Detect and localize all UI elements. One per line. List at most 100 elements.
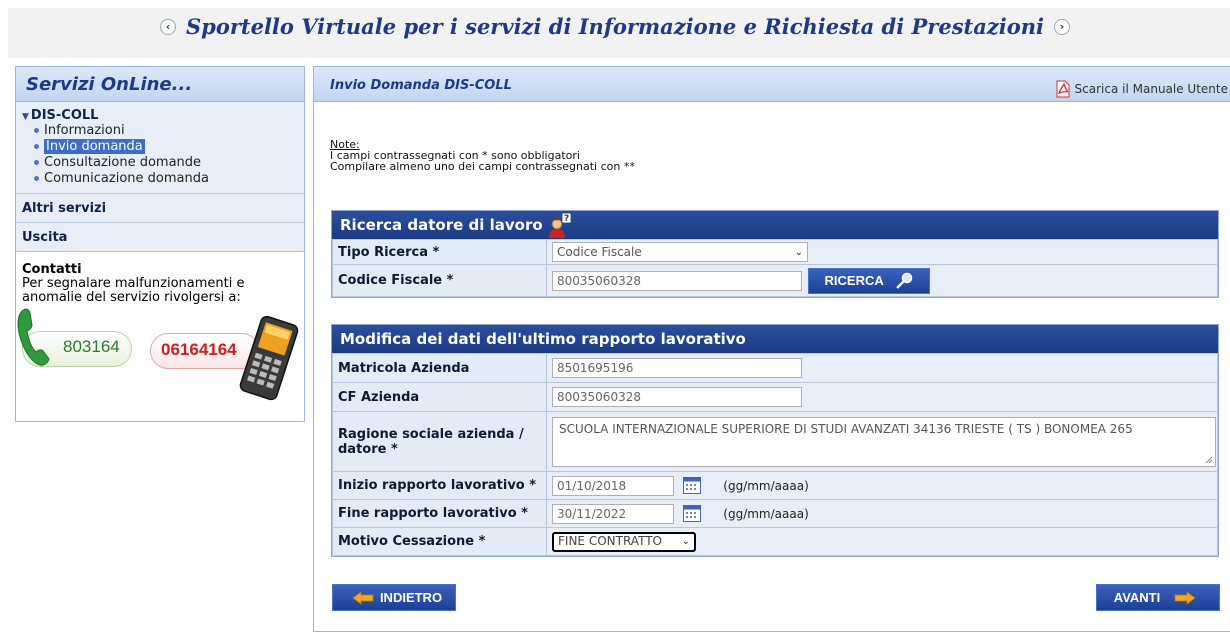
matricola-label: Matricola Azienda: [332, 353, 547, 383]
chevron-left-icon[interactable]: ‹: [159, 18, 176, 35]
sidebar: Servizi OnLine... ▼ DIS-COLL Informazioni…: [15, 66, 305, 422]
sidebar-item-label: Comunicazione domanda: [44, 171, 209, 186]
magnifier-icon: [895, 272, 913, 289]
arrow-left-icon: [352, 590, 374, 605]
fine-rapporto-cell: 30/11/2022 (gg/mm/aaaa): [546, 499, 1218, 528]
sidebar-item-uscita[interactable]: Uscita: [16, 223, 304, 252]
sidebar-item-label: Invio domanda: [44, 139, 145, 154]
sidebar-item-informazioni[interactable]: Informazioni: [34, 123, 294, 139]
mobile-phone-icon: [239, 315, 299, 401]
calendar-icon[interactable]: [683, 505, 702, 522]
download-manual-link[interactable]: Scarica il Manuale Utente: [1055, 80, 1228, 98]
back-button[interactable]: INDIETRO: [332, 584, 456, 611]
bullet-icon: [34, 144, 39, 149]
motivo-cessazione-label: Motivo Cessazione *: [332, 527, 547, 556]
date-format-hint: (gg/mm/aaaa): [723, 506, 809, 521]
ragione-sociale-textarea[interactable]: SCUOLA INTERNAZIONALE SUPERIORE DI STUDI…: [552, 416, 1216, 467]
search-form: Tipo Ricerca * Codice Fiscale ⌄ Codice F…: [332, 239, 1218, 297]
fine-rapporto-input[interactable]: 30/11/2022: [552, 503, 674, 524]
sidebar-item-comunicazione-domanda[interactable]: Comunicazione domanda: [34, 171, 294, 187]
form-row-matricola: Matricola Azienda 8501695196: [332, 353, 1218, 383]
contacts-box: Contatti Per segnalare malfunzionamenti …: [16, 252, 304, 418]
search-section-title: Ricerca datore di lavoro: [340, 216, 543, 234]
pdf-icon: [1056, 80, 1070, 98]
tipo-ricerca-select[interactable]: Codice Fiscale ⌄: [552, 242, 808, 262]
inizio-rapporto-cell: 01/10/2018 (gg/mm/aaaa): [546, 471, 1218, 500]
search-employer-section: Ricerca datore di lavoro ? Tipo Ricerca …: [331, 210, 1219, 298]
caret-down-icon: ▼: [22, 112, 29, 122]
employment-section-header: Modifica dei dati dell'ultimo rapporto l…: [332, 325, 1218, 353]
sidebar-item-label: Informazioni: [44, 123, 125, 138]
notes: Note: I campi contrassegnati con * sono …: [330, 139, 635, 172]
search-button-label: RICERCA: [824, 273, 884, 288]
form-row-motivo-cessazione: Motivo Cessazione * FINE CONTRATTO ⌄: [332, 527, 1218, 556]
matricola-cell: 8501695196: [546, 353, 1218, 383]
landline-number: 803164: [63, 337, 120, 356]
codice-fiscale-cell: 80035060328 RICERCA: [546, 264, 1218, 297]
download-manual-label: Scarica il Manuale Utente: [1074, 82, 1228, 96]
sidebar-menu-title[interactable]: ▼ DIS-COLL: [22, 108, 294, 123]
fine-rapporto-label: Fine rapporto lavorativo *: [332, 499, 547, 528]
sidebar-menu-title-label: DIS-COLL: [30, 108, 99, 123]
sidebar-item-invio-domanda[interactable]: Invio domanda: [34, 139, 294, 155]
employment-section: Modifica dei dati dell'ultimo rapporto l…: [331, 324, 1219, 557]
contacts-text: Per segnalare malfunzionamenti e anomali…: [22, 276, 245, 305]
form-row-fine-rapporto: Fine rapporto lavorativo * 30/11/2022 (g…: [332, 499, 1218, 528]
next-button-label: AVANTI: [1113, 590, 1161, 605]
search-button[interactable]: RICERCA: [808, 267, 931, 294]
codice-fiscale-input[interactable]: 80035060328: [552, 270, 802, 291]
notes-line-2: Compilare almeno uno dei campi contrasse…: [330, 160, 635, 173]
bullet-icon: [34, 176, 39, 181]
header: ‹ Sportello Virtuale per i servizi di In…: [0, 14, 1230, 54]
form-row-ragione-sociale: Ragione sociale azienda / datore * SCUOL…: [332, 411, 1218, 472]
ragione-sociale-cell: SCUOLA INTERNAZIONALE SUPERIORE DI STUDI…: [546, 411, 1218, 472]
next-button[interactable]: AVANTI: [1096, 584, 1220, 611]
chevron-down-icon: ⌄: [794, 246, 803, 258]
svg-text:?: ?: [564, 214, 569, 224]
telephone-handset-icon: [17, 308, 50, 366]
tipo-ricerca-cell: Codice Fiscale ⌄: [546, 239, 1218, 265]
page-title: Sportello Virtuale per i servizi di Info…: [185, 14, 1045, 39]
motivo-cessazione-value: FINE CONTRATTO: [558, 534, 662, 548]
employment-form: Matricola Azienda 8501695196 CF Azienda …: [332, 353, 1218, 556]
matricola-input[interactable]: 8501695196: [552, 358, 802, 378]
date-format-hint: (gg/mm/aaaa): [723, 478, 809, 493]
codice-fiscale-label: Codice Fiscale *: [332, 264, 547, 297]
sidebar-submenu: Informazioni Invio domanda Consultazione…: [22, 123, 294, 187]
sidebar-item-altri-servizi[interactable]: Altri servizi: [16, 194, 304, 223]
tipo-ricerca-label: Tipo Ricerca *: [332, 239, 547, 265]
arrow-right-icon: [1174, 590, 1196, 605]
calendar-icon[interactable]: [683, 477, 702, 494]
sidebar-menu-discoll: ▼ DIS-COLL Informazioni Invio domanda Con…: [16, 102, 304, 194]
sidebar-title: Servizi OnLine...: [16, 67, 304, 102]
person-help-icon[interactable]: ?: [546, 211, 572, 239]
cf-azienda-input[interactable]: 80035060328: [552, 387, 802, 407]
sidebar-item-label: Consultazione domande: [44, 155, 202, 170]
main-panel: Invio Domanda DIS-COLL Scarica il Manual…: [313, 66, 1230, 632]
cf-azienda-cell: 80035060328: [546, 382, 1218, 412]
form-row-cf-azienda: CF Azienda 80035060328: [332, 382, 1218, 412]
main-title: Invio Domanda DIS-COLL: [330, 78, 512, 93]
search-section-header: Ricerca datore di lavoro ?: [332, 211, 1218, 239]
back-button-label: INDIETRO: [379, 590, 443, 605]
inizio-rapporto-input[interactable]: 01/10/2018: [552, 475, 674, 496]
tipo-ricerca-value: Codice Fiscale: [557, 244, 642, 259]
inizio-rapporto-label: Inizio rapporto lavorativo *: [332, 471, 547, 500]
bullet-icon: [34, 128, 39, 133]
form-row-inizio-rapporto: Inizio rapporto lavorativo * 01/10/2018 …: [332, 471, 1218, 500]
ragione-sociale-label: Ragione sociale azienda / datore *: [332, 411, 547, 472]
form-row-codice-fiscale: Codice Fiscale * 80035060328 RICERCA: [332, 264, 1218, 297]
mobile-number: 06164164: [161, 340, 237, 359]
chevron-down-icon: ⌄: [681, 536, 690, 547]
ragione-sociale-value: SCUOLA INTERNAZIONALE SUPERIORE DI STUDI…: [559, 421, 1133, 436]
bullet-icon: [34, 160, 39, 165]
motivo-cessazione-select[interactable]: FINE CONTRATTO ⌄: [552, 531, 696, 552]
contacts-title: Contatti: [22, 262, 82, 277]
main-header: Invio Domanda DIS-COLL Scarica il Manual…: [314, 67, 1230, 102]
chevron-right-icon[interactable]: ›: [1054, 18, 1071, 35]
resize-grip-icon[interactable]: [1205, 456, 1213, 464]
contact-phones: 803164 06164164: [17, 308, 299, 408]
cf-azienda-label: CF Azienda: [332, 382, 547, 412]
motivo-cessazione-cell: FINE CONTRATTO ⌄: [546, 527, 1218, 556]
sidebar-item-consultazione-domande[interactable]: Consultazione domande: [34, 155, 294, 171]
